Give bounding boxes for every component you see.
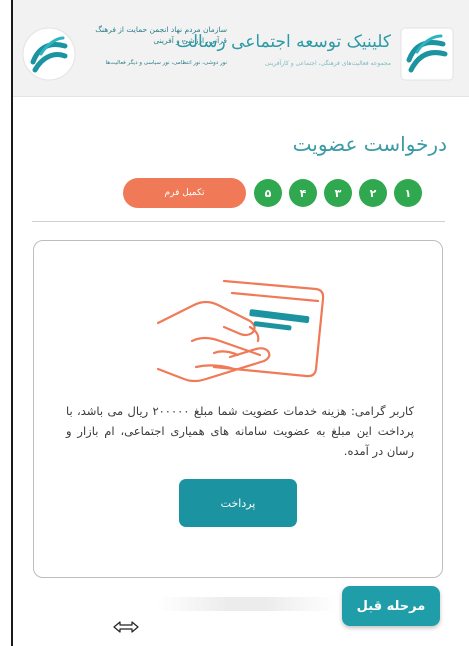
step-indicator: تکمیل فرم ۵ ۴ ۳ ۲ ۱ xyxy=(0,177,469,211)
resalat-logo-icon xyxy=(22,27,76,81)
hand-holding-card-icon xyxy=(156,279,325,383)
previous-step-button[interactable]: مرحله قبل xyxy=(342,586,440,626)
step-2: ۲ xyxy=(359,179,387,207)
scroll-shadow xyxy=(157,597,337,611)
payment-message: کاربر گرامی: هزینه خدمات عضویت شما مبلغ … xyxy=(66,404,414,458)
step-4: ۴ xyxy=(289,179,317,207)
header-right-subtitle: مجموعه فعالیت‌های فرهنگی، اجتماعی و کارآ… xyxy=(264,60,391,67)
header-right-title: کلینیک توسعه اجتماعی رسالت xyxy=(176,32,391,52)
horizontal-resize-cursor-icon xyxy=(113,621,139,633)
resalat-logo-icon xyxy=(400,27,454,81)
payment-card: کاربر گرامی: هزینه خدمات عضویت شما مبلغ … xyxy=(33,240,443,578)
step-current-form: تکمیل فرم xyxy=(123,178,246,208)
step-3: ۳ xyxy=(324,179,352,207)
pay-button[interactable]: پرداخت xyxy=(179,479,297,527)
step-5: ۵ xyxy=(254,179,282,207)
divider xyxy=(32,221,445,222)
page-title: درخواست عضویت xyxy=(292,132,447,156)
site-header: سازمان مردم نهاد انجمن حمایت از فرهنگ قر… xyxy=(13,0,469,97)
step-1: ۱ xyxy=(394,179,422,207)
header-left-subtitle: نور دوشی، نور انتظامی، نور سیاسی و دیگر … xyxy=(105,60,227,66)
